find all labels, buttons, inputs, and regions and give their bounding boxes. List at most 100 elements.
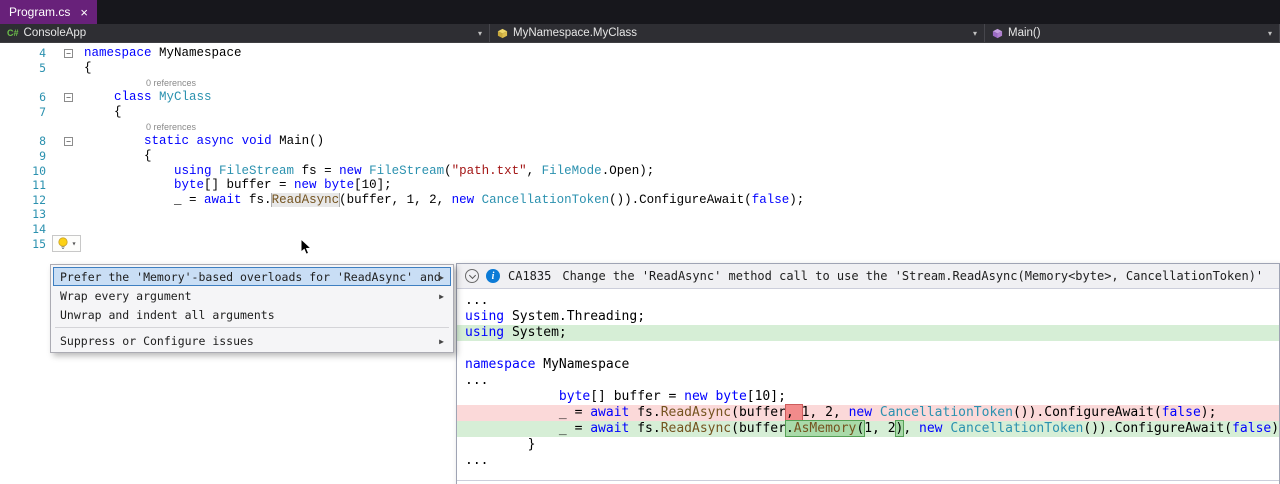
fold-collapse-icon[interactable]: − [52,49,78,58]
code-token: } [465,437,535,452]
menu-item[interactable]: Prefer the 'Memory'-based overloads for … [53,267,451,286]
code-token [317,178,325,192]
code-token: ( [444,164,452,178]
code-token: byte [324,178,354,192]
code-token: CancellationToken [482,193,610,207]
code-token: ); [1271,421,1279,436]
line-number: 4 [0,46,52,61]
code-line-14[interactable]: 14 [0,222,1280,237]
submenu-arrow-icon: ▶ [439,333,444,350]
tab-close-icon[interactable]: × [80,6,88,19]
diff-changed-span: .AsMemory( [786,421,864,436]
code-token: ... [465,293,488,308]
menu-item[interactable]: Suppress or Configure issues ▶ [53,331,451,350]
preview-footer: Preview changes Fix all occurrences in: … [457,480,1279,484]
code-token: using [465,325,504,340]
preview-diff: ...using System.Threading;using System;n… [457,290,1279,482]
chevron-down-icon: ▾ [1268,29,1272,38]
code-line-5[interactable]: 5{ [0,61,1280,76]
code-line-6[interactable]: 6− class MyClass [0,90,1280,105]
tab-program-cs[interactable]: Program.cs × [0,0,97,24]
preview-code-line: _ = await fs.ReadAsync(buffer, 1, 2, new… [457,405,1279,421]
code-editor[interactable]: 4−namespace MyNamespace5{0 references6− … [0,43,1280,484]
code-token [362,164,370,178]
code-token: ReadAsync [661,421,731,436]
code-line-15[interactable]: 15 [0,237,1280,252]
collapse-chevron-icon[interactable] [465,269,479,283]
fold-collapse-icon[interactable]: − [52,137,78,146]
preview-code-line [457,341,1279,357]
code-token: , [527,164,542,178]
vs-window: Program.cs × C# ConsoleApp ▾ MyNamespace… [0,0,1280,484]
code-line-9[interactable]: 9 { [0,149,1280,164]
code-token: using [465,309,504,324]
member-name: Main() [1008,27,1041,39]
code-token: , [903,421,919,436]
preview-code-line: using System.Threading; [457,309,1279,325]
quick-actions-button[interactable]: ▾ [52,235,81,252]
project-dropdown[interactable]: C# ConsoleApp ▾ [0,24,490,42]
menu-item-label: Suppress or Configure issues [60,334,254,348]
preview-code-line: ... [457,373,1279,389]
code-token: namespace [84,46,152,60]
chevron-down-icon: ▾ [72,239,77,248]
code-line-8[interactable]: 8− static async void Main() [0,134,1280,149]
chevron-down-icon: ▾ [973,29,977,38]
code-token: false [752,193,790,207]
document-tab-bar: Program.cs × [0,0,1280,24]
menu-item[interactable]: Unwrap and indent all arguments [53,305,451,324]
code-line-10[interactable]: 10 using FileStream fs = new FileStream(… [0,164,1280,179]
diagnostic-message: Change the 'ReadAsync' method call to us… [562,269,1271,283]
preview-code-line: ... [457,453,1279,469]
preview-code-line: byte[] buffer = new byte[10]; [457,389,1279,405]
quick-actions-menu: Prefer the 'Memory'-based overloads for … [50,264,454,353]
code-token: byte [715,389,746,404]
code-token: new [294,178,317,192]
code-token: { [84,105,122,119]
codelens-row: 0 references [0,75,1280,90]
code-line-4[interactable]: 4−namespace MyNamespace [0,46,1280,61]
code-token [465,389,559,404]
code-token: fs = [294,164,339,178]
line-number: 11 [0,178,52,193]
code-token: [10]; [747,389,786,404]
fold-collapse-icon[interactable]: − [52,93,78,102]
line-number: 7 [0,105,52,120]
code-line-11[interactable]: 11 byte[] buffer = new byte[10]; [0,178,1280,193]
code-token [474,193,482,207]
code-token: ); [1201,405,1217,420]
code-token: ... [465,373,488,388]
code-token: [10]; [354,178,392,192]
lightbulb-icon [57,237,69,251]
menu-item-label: Unwrap and indent all arguments [60,308,275,322]
line-number: 10 [0,164,52,179]
code-token: 1, 2 [864,421,895,436]
type-dropdown[interactable]: MyNamespace.MyClass ▾ [490,24,985,42]
code-token: using [174,164,212,178]
code-token: FileStream [369,164,444,178]
code-token: , [786,405,802,420]
code-token: (buffer, 1, 2, [339,193,452,207]
submenu-arrow-icon: ▶ [439,288,444,305]
code-token: CancellationToken [880,405,1013,420]
preview-header: i CA1835 Change the 'ReadAsync' method c… [457,264,1279,289]
code-line-7[interactable]: 7 { [0,105,1280,120]
line-number: 5 [0,61,52,76]
code-token [84,90,114,104]
code-line-13[interactable]: 13 [0,207,1280,222]
menu-item[interactable]: Wrap every argument▶ [53,286,451,305]
preview-code-line: } [457,437,1279,453]
csharp-project-icon: C# [7,28,19,38]
codelens-references[interactable]: 0 references [146,122,196,132]
code-token: _ = [84,193,204,207]
code-token [84,164,174,178]
code-token: ReadAsync [272,193,340,208]
member-dropdown[interactable]: Main() ▾ [985,24,1280,42]
code-token: new [684,389,707,404]
code-token: new [452,193,475,207]
codelens-references[interactable]: 0 references [146,78,196,88]
code-token: ()).ConfigureAwait( [609,193,752,207]
code-token: Main() [272,134,325,148]
code-line-12[interactable]: 12 _ = await fs.ReadAsync(buffer, 1, 2, … [0,193,1280,208]
code-token: new [849,405,872,420]
